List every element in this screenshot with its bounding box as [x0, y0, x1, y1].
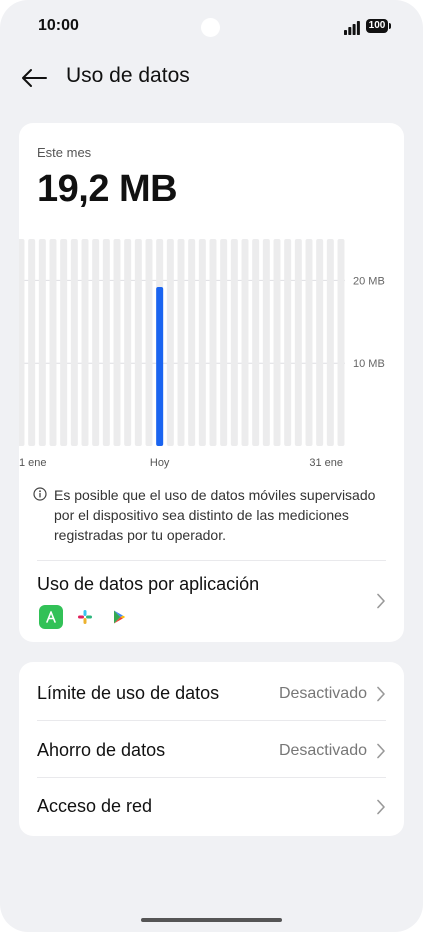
- app-icons: [39, 605, 131, 629]
- x-tick-label: 31 ene: [309, 457, 343, 469]
- app-usage-row[interactable]: Uso de datos por aplicación: [19, 561, 404, 641]
- day-track: [113, 239, 121, 446]
- y-tick-label: 20 MB: [353, 275, 385, 287]
- day-track: [305, 239, 313, 446]
- day-track: [102, 239, 110, 446]
- today-usage-bar: [156, 287, 164, 446]
- day-track: [92, 239, 100, 446]
- day-track: [337, 239, 345, 446]
- day-track: [198, 239, 206, 446]
- network-access-row[interactable]: Acceso de red: [19, 777, 404, 834]
- day-track: [177, 239, 185, 446]
- page-title: Uso de datos: [66, 64, 190, 87]
- battery-icon: 100: [366, 19, 392, 34]
- day-track: [209, 239, 217, 446]
- day-track: [49, 239, 57, 446]
- day-track: [220, 239, 228, 446]
- data-saver-row[interactable]: Ahorro de datos Desactivado: [19, 721, 404, 778]
- data-limit-label: Límite de uso de datos: [37, 683, 220, 703]
- data-saver-label: Ahorro de datos: [37, 740, 166, 760]
- app-store-icon: [39, 605, 63, 629]
- network-access-label: Acceso de red: [37, 796, 153, 816]
- day-track: [230, 239, 238, 446]
- battery-level: 100: [366, 19, 388, 33]
- day-track: [134, 239, 142, 446]
- day-track: [241, 239, 249, 446]
- y-tick-label: 10 MB: [353, 358, 385, 370]
- operator-notice: Es posible que el uso de datos móviles s…: [33, 485, 378, 545]
- day-track: [294, 239, 302, 446]
- day-track: [316, 239, 324, 446]
- back-button[interactable]: [14, 60, 54, 96]
- day-track: [284, 239, 292, 446]
- signal-icon: [344, 21, 360, 35]
- day-track: [70, 239, 78, 446]
- data-limit-value: Desactivado: [278, 685, 367, 702]
- chevron-right-icon: [377, 799, 385, 815]
- data-saver-value: Desactivado: [278, 742, 367, 759]
- status-time: 10:00: [38, 17, 79, 34]
- usage-chart-svg: 20 MB 10 MB 1 ene Hoy 31 ene: [19, 239, 385, 469]
- play-store-icon: [107, 605, 131, 629]
- day-track: [166, 239, 174, 446]
- slack-icon: [73, 605, 97, 629]
- usage-card: Este mes 19,2 MB 20 MB 10 MB 1 ene Hoy 31 en…: [19, 123, 404, 642]
- home-indicator[interactable]: [141, 918, 282, 922]
- period-label: Este mes: [37, 145, 92, 160]
- total-usage: 19,2 MB: [37, 168, 178, 210]
- day-track: [38, 239, 46, 446]
- day-track: [19, 239, 25, 446]
- day-track: [252, 239, 260, 446]
- status-bar: 10:00 100: [0, 0, 423, 54]
- day-track: [188, 239, 196, 446]
- day-track: [60, 239, 68, 446]
- day-track: [124, 239, 132, 446]
- chevron-right-icon: [377, 743, 385, 759]
- day-track: [81, 239, 89, 446]
- day-track: [262, 239, 270, 446]
- day-track: [145, 239, 153, 446]
- day-track: [28, 239, 36, 446]
- info-icon: [33, 487, 47, 501]
- data-usage-screen: 10:00 100 Uso de datos Este mes 19,2 MB …: [0, 0, 423, 932]
- app-usage-title: Uso de datos por aplicación: [37, 574, 260, 594]
- notice-text: Es posible que el uso de datos móviles s…: [54, 487, 376, 543]
- arrow-left-icon: [22, 69, 47, 87]
- x-tick-label: 1 ene: [19, 457, 47, 469]
- front-camera: [201, 18, 220, 37]
- day-track: [326, 239, 334, 446]
- x-tick-label: Hoy: [150, 457, 170, 469]
- chevron-right-icon: [377, 593, 385, 609]
- usage-chart[interactable]: 20 MB 10 MB 1 ene Hoy 31 ene: [19, 235, 404, 475]
- settings-card: Límite de uso de datos Desactivado Ahorr…: [19, 662, 404, 836]
- chevron-right-icon: [377, 686, 385, 702]
- data-limit-row[interactable]: Límite de uso de datos Desactivado: [19, 664, 404, 721]
- day-track: [273, 239, 281, 446]
